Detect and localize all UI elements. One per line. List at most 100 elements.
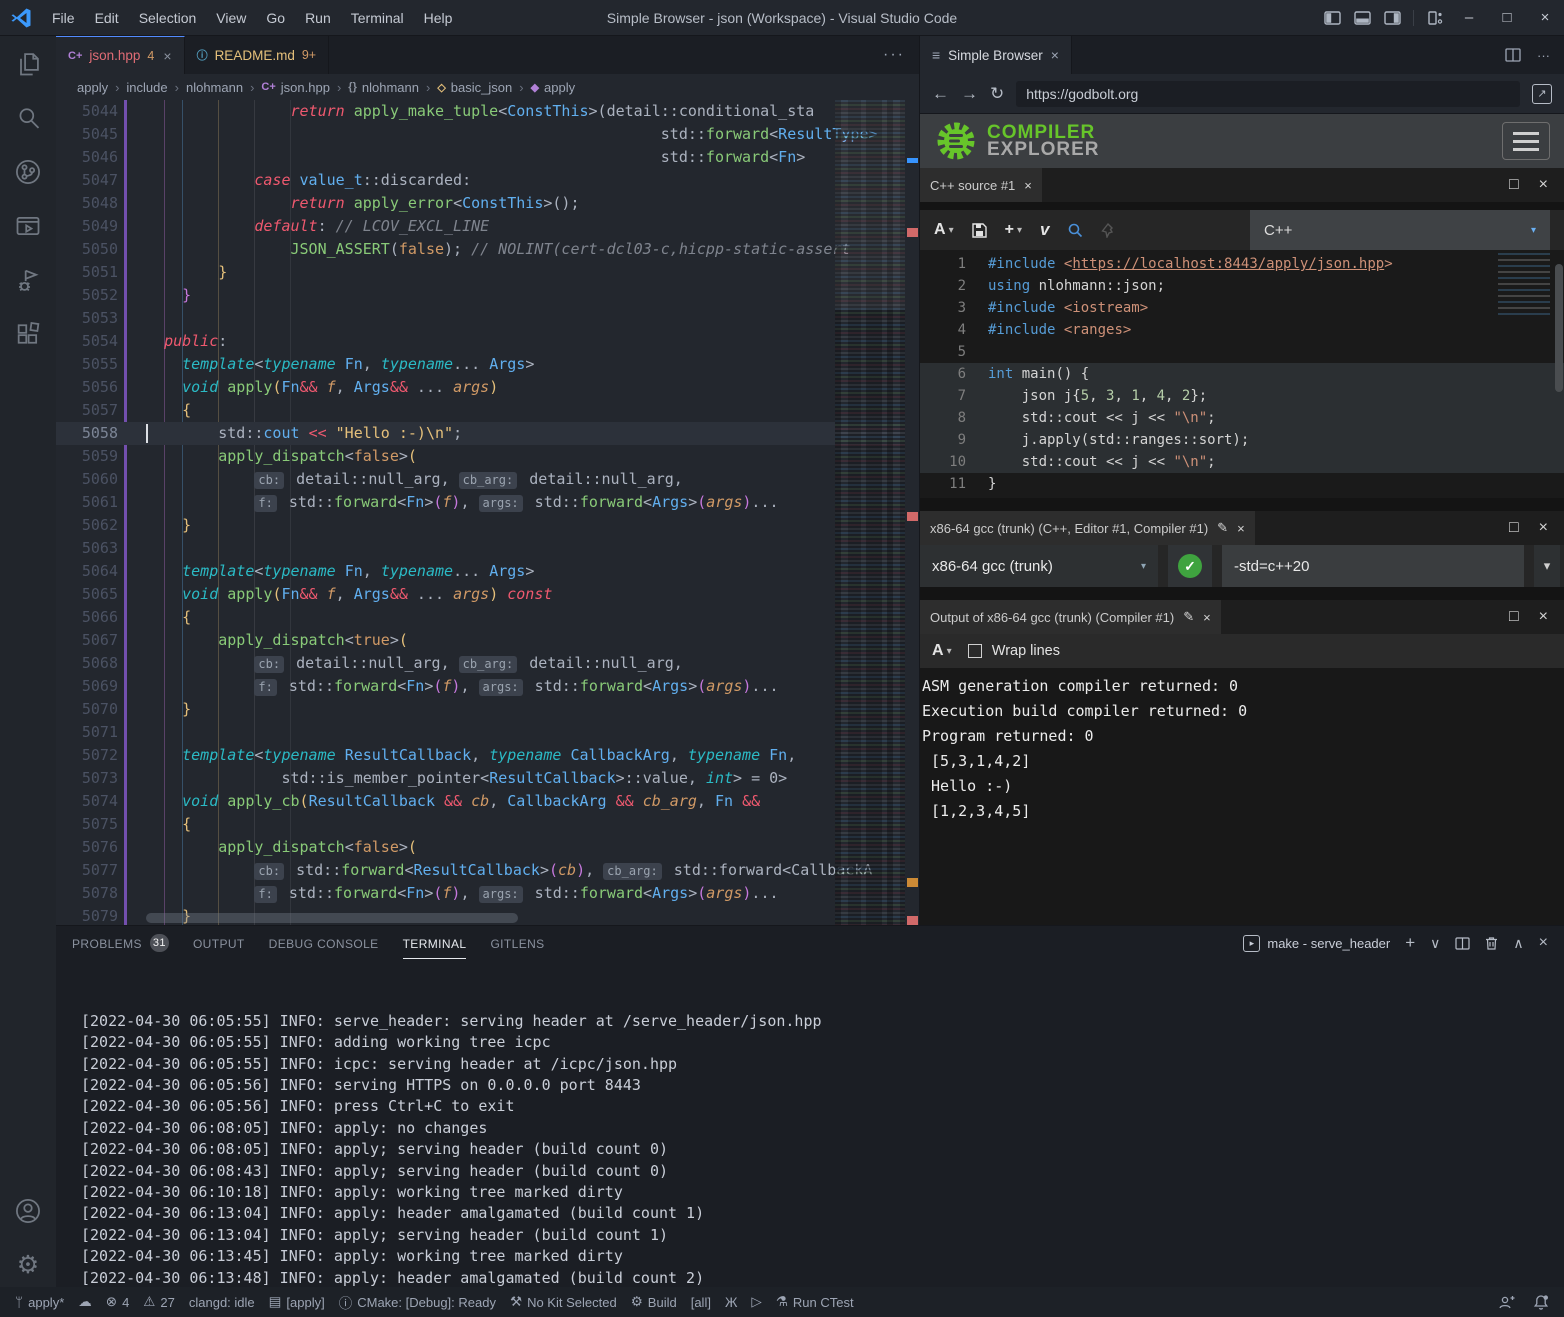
- errors-indicator[interactable]: ⊗4: [99, 1287, 137, 1317]
- close-pane-icon[interactable]: ×: [1539, 176, 1548, 194]
- notifications-bell-icon[interactable]: [1526, 1294, 1556, 1311]
- compiler-select[interactable]: x86-64 gcc (trunk) ▾: [920, 545, 1158, 587]
- edit-title-icon[interactable]: ✎: [1183, 609, 1194, 625]
- tab-json-hpp[interactable]: C+ json.hpp 4 ×: [56, 36, 185, 74]
- url-input[interactable]: https://godbolt.org: [1016, 81, 1520, 107]
- menu-help[interactable]: Help: [415, 6, 462, 30]
- font-size-button[interactable]: A▾: [932, 642, 952, 660]
- build-target[interactable]: [all]: [684, 1287, 718, 1317]
- close-pane-icon[interactable]: ×: [1539, 519, 1548, 537]
- source-code-editor[interactable]: 1#include <https://localhost:8443/apply/…: [920, 250, 1564, 498]
- settings-gear-icon[interactable]: ⚙: [14, 1251, 42, 1279]
- toggle-sidebar-icon[interactable]: [1317, 0, 1347, 36]
- kit-selection[interactable]: ⚒No Kit Selected: [503, 1287, 624, 1317]
- search-icon[interactable]: [14, 104, 42, 132]
- terminal-process-select[interactable]: ▸ make - serve_header: [1243, 935, 1390, 952]
- menu-edit[interactable]: Edit: [86, 6, 128, 30]
- toggle-secondary-sidebar-icon[interactable]: [1377, 0, 1407, 36]
- source-tab[interactable]: C++ source #1 ×: [920, 168, 1042, 202]
- close-pane-icon[interactable]: ×: [1539, 608, 1548, 626]
- code-editor[interactable]: 5044 return apply_make_tuple<ConstThis>(…: [56, 100, 919, 925]
- launch-button[interactable]: ▷: [744, 1287, 768, 1317]
- search-code-icon[interactable]: [1067, 222, 1083, 238]
- compiler-flags-input[interactable]: -std=c++20: [1222, 545, 1524, 587]
- reload-icon[interactable]: ↻: [990, 84, 1004, 104]
- menu-view[interactable]: View: [207, 6, 255, 30]
- save-icon[interactable]: [972, 223, 987, 238]
- split-terminal-icon[interactable]: [1455, 937, 1470, 950]
- maximize-pane-icon[interactable]: □: [1509, 176, 1519, 194]
- split-editor-icon[interactable]: [1505, 48, 1521, 62]
- project-indicator[interactable]: ▤[apply]: [262, 1287, 332, 1317]
- menu-file[interactable]: File: [43, 6, 84, 30]
- compiler-explorer-logo[interactable]: COMPILER EXPLORER: [934, 119, 1100, 163]
- kill-terminal-icon[interactable]: [1485, 936, 1498, 950]
- toggle-panel-icon[interactable]: [1347, 0, 1377, 36]
- tab-simple-browser[interactable]: ≡ Simple Browser ×: [920, 36, 1072, 74]
- breadcrumb-item-nlohmann[interactable]: {}nlohmann: [345, 80, 422, 95]
- page-scrollbar[interactable]: [1555, 264, 1563, 392]
- close-panel-icon[interactable]: ×: [1539, 934, 1548, 952]
- breadcrumb-item-apply[interactable]: ◆apply: [528, 80, 579, 95]
- tab-debug-console[interactable]: DEBUG CONSOLE: [269, 926, 379, 960]
- menu-run[interactable]: Run: [296, 6, 340, 30]
- publish-changes-button[interactable]: ☁: [71, 1287, 99, 1317]
- compiler-tab[interactable]: x86-64 gcc (trunk) (C++, Editor #1, Comp…: [920, 511, 1255, 545]
- wrap-lines-checkbox[interactable]: Wrap lines: [968, 643, 1060, 660]
- editor-vertical-scrollbar[interactable]: [905, 100, 919, 925]
- menu-terminal[interactable]: Terminal: [342, 6, 413, 30]
- customize-layout-icon[interactable]: [1420, 0, 1450, 36]
- feedback-icon[interactable]: [1491, 1294, 1522, 1311]
- menu-go[interactable]: Go: [257, 6, 294, 30]
- terminal-output[interactable]: [2022-04-30 06:05:55] INFO: serve_header…: [56, 960, 1564, 1287]
- tab-terminal[interactable]: TERMINAL: [403, 926, 467, 960]
- back-icon[interactable]: ←: [932, 84, 949, 104]
- open-external-icon[interactable]: ↗: [1532, 84, 1552, 104]
- account-icon[interactable]: [14, 1197, 42, 1225]
- terminal-dropdown-icon[interactable]: ∨: [1430, 935, 1440, 952]
- tab-readme-md[interactable]: ⓘ README.md 9+: [185, 36, 330, 74]
- forward-icon[interactable]: →: [961, 84, 978, 104]
- menu-selection[interactable]: Selection: [130, 6, 206, 30]
- breadcrumb-item-basic_json[interactable]: ◇basic_json: [434, 80, 515, 95]
- breadcrumb-item-include[interactable]: include: [123, 80, 170, 95]
- debug-button[interactable]: Ж: [718, 1287, 744, 1317]
- close-icon[interactable]: ×: [1024, 178, 1032, 193]
- pin-icon[interactable]: [1101, 222, 1116, 238]
- maximize-button[interactable]: □: [1488, 0, 1526, 36]
- test-explorer-icon[interactable]: [14, 212, 42, 240]
- font-size-button[interactable]: A▾: [934, 221, 954, 239]
- hamburger-menu-icon[interactable]: [1502, 122, 1550, 160]
- warnings-indicator[interactable]: ⚠27: [136, 1287, 182, 1317]
- tab-problems[interactable]: PROBLEMS31: [72, 926, 169, 960]
- cmake-status[interactable]: ⓘCMake: [Debug]: Ready: [332, 1287, 503, 1317]
- breadcrumb-item-apply[interactable]: apply: [74, 80, 111, 95]
- breadcrumb-item-nlohmann[interactable]: nlohmann: [183, 80, 246, 95]
- maximize-panel-icon[interactable]: ∧: [1513, 935, 1523, 952]
- run-debug-icon[interactable]: [14, 266, 42, 294]
- language-select[interactable]: C++ ▾: [1250, 210, 1550, 250]
- git-branch-indicator[interactable]: ᛘapply*: [8, 1287, 71, 1317]
- more-actions-icon[interactable]: ···: [1537, 48, 1550, 63]
- tab-gitlens[interactable]: GITLENS: [490, 926, 544, 960]
- vim-toggle-icon[interactable]: v: [1040, 220, 1049, 240]
- close-window-button[interactable]: ×: [1526, 0, 1564, 36]
- run-ctest-button[interactable]: ⚗Run CTest: [769, 1287, 861, 1317]
- clangd-status[interactable]: clangd: idle: [182, 1287, 262, 1317]
- close-tab-icon[interactable]: ×: [1051, 47, 1059, 63]
- source-control-icon[interactable]: [14, 158, 42, 186]
- minimize-button[interactable]: –: [1450, 0, 1488, 36]
- breadcrumb-item-json.hpp[interactable]: C+json.hpp: [258, 80, 333, 95]
- explorer-icon[interactable]: [14, 50, 42, 78]
- output-tab[interactable]: Output of x86-64 gcc (trunk) (Compiler #…: [920, 600, 1221, 634]
- edit-title-icon[interactable]: ✎: [1217, 520, 1228, 536]
- close-icon[interactable]: ×: [1203, 610, 1211, 625]
- close-tab-icon[interactable]: ×: [163, 48, 171, 64]
- editor-horizontal-scrollbar[interactable]: [146, 913, 518, 923]
- flags-dropdown-icon[interactable]: ▾: [1534, 545, 1560, 587]
- add-pane-button[interactable]: +▾: [1005, 221, 1022, 239]
- maximize-pane-icon[interactable]: □: [1509, 519, 1519, 537]
- tab-output[interactable]: OUTPUT: [193, 926, 245, 960]
- editor-more-actions[interactable]: ···: [883, 36, 919, 74]
- breadcrumb[interactable]: apply›include›nlohmann›C+json.hpp›{}nloh…: [56, 74, 919, 100]
